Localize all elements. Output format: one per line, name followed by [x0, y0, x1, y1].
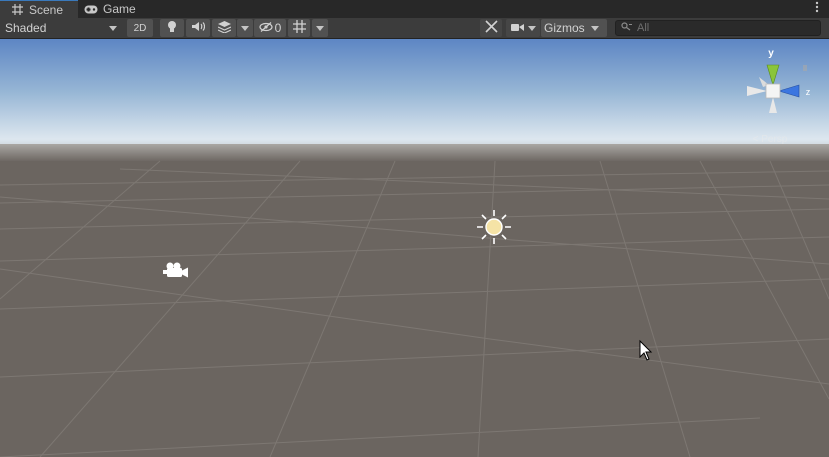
tools-button[interactable] — [480, 19, 502, 37]
camera-settings-button[interactable] — [506, 19, 540, 37]
effects-toggle-button[interactable] — [212, 19, 236, 37]
gamepad-icon — [84, 2, 98, 16]
search-input[interactable]: All — [615, 20, 821, 36]
search-icon — [621, 22, 632, 34]
gizmo-y-label: y — [768, 48, 774, 59]
video-camera-icon — [510, 21, 524, 35]
lightbulb-icon — [167, 20, 177, 36]
wrench-icon — [484, 20, 498, 36]
audio-toggle-button[interactable] — [186, 19, 210, 37]
effects-dropdown[interactable] — [237, 19, 253, 37]
grid-snap-button[interactable] — [288, 19, 310, 37]
hidden-count: 0 — [274, 21, 282, 35]
scene-toolbar: Shaded 2D 0 Gizmos All — [0, 18, 829, 39]
gizmos-dropdown[interactable]: Gizmos — [541, 19, 607, 37]
chevron-down-icon — [527, 25, 536, 31]
eye-hidden-icon — [259, 21, 273, 35]
hidden-objects-toggle[interactable]: 0 — [254, 19, 286, 37]
chevron-down-icon — [241, 25, 249, 31]
speaker-icon — [191, 21, 205, 35]
chevron-down-icon — [109, 25, 117, 31]
tab-scene[interactable]: Scene — [0, 0, 78, 18]
chevron-down-icon — [590, 25, 599, 31]
grid-snap-icon — [292, 20, 306, 36]
grid-icon — [10, 3, 24, 17]
tab-game-label: Game — [103, 2, 136, 16]
toggle-2d-label: 2D — [133, 22, 147, 34]
layers-icon — [217, 20, 231, 36]
grid-dropdown[interactable] — [312, 19, 328, 37]
tab-bar: Scene Game — [0, 0, 829, 18]
draw-mode-label: Shaded — [5, 21, 47, 35]
draw-mode-dropdown[interactable]: Shaded — [1, 19, 122, 37]
sun-icon[interactable] — [477, 210, 511, 244]
projection-label[interactable]: < Persp — [753, 134, 788, 145]
tab-scene-label: Scene — [29, 2, 64, 17]
more-options-icon[interactable] — [815, 1, 819, 16]
tab-game[interactable]: Game — [84, 0, 154, 18]
gizmos-label: Gizmos — [544, 21, 585, 35]
chevron-down-icon — [316, 25, 324, 31]
search-placeholder: All — [637, 22, 650, 34]
lighting-toggle-button[interactable] — [160, 19, 184, 37]
scene-viewport[interactable]: y z < Persp — [0, 39, 829, 457]
toggle-2d-button[interactable]: 2D — [127, 19, 153, 37]
gizmo-z-label: z — [806, 87, 811, 97]
